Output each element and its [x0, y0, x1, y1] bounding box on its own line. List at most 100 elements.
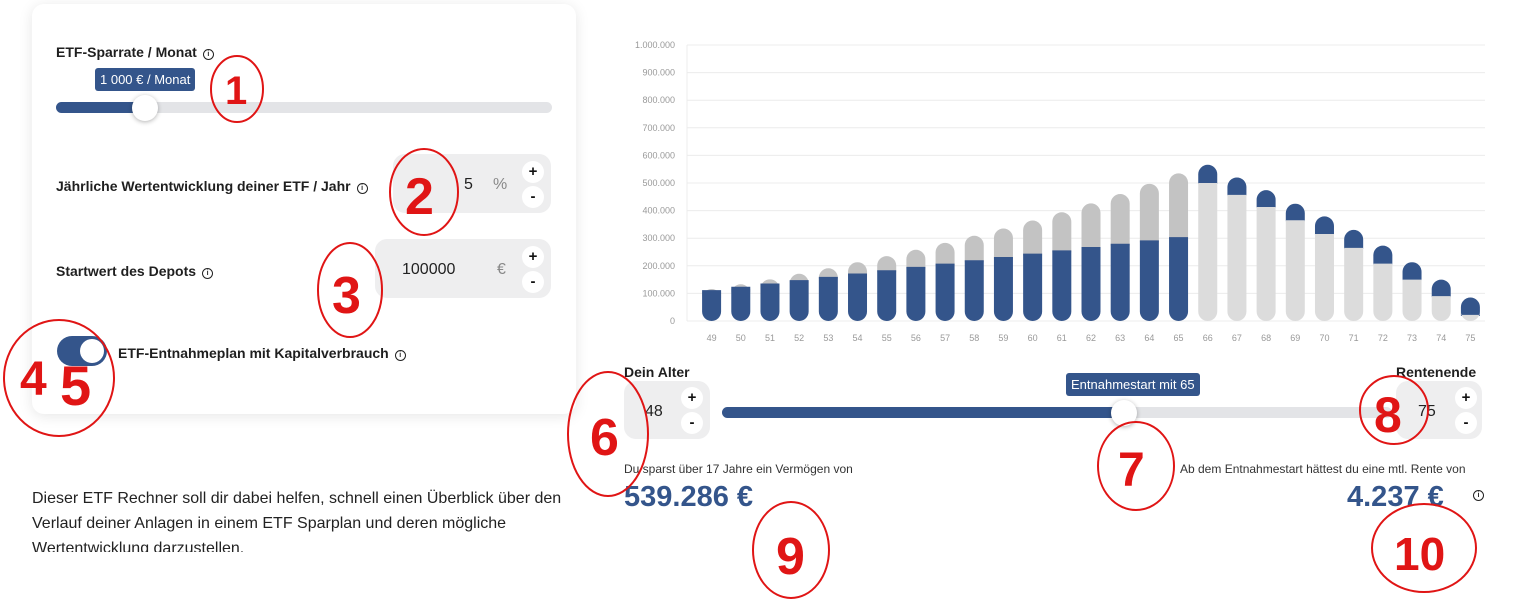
- retirement-end-minus-button[interactable]: -: [1455, 412, 1477, 434]
- start-value-unit: €: [497, 261, 506, 278]
- bar-withdrawal: [1227, 177, 1247, 196]
- bar-withdrawal: [1285, 203, 1305, 222]
- x-tick-label: 50: [736, 333, 746, 343]
- bar-remaining: [1373, 263, 1393, 321]
- bar-invested: [877, 270, 897, 321]
- bar-invested: [1081, 247, 1101, 321]
- annotation-label-7: 7: [1118, 444, 1145, 497]
- start-value-label: Startwert des Depots i: [56, 263, 214, 279]
- x-tick-label: 72: [1378, 333, 1388, 343]
- info-icon[interactable]: i: [202, 49, 214, 60]
- bar-invested: [1169, 237, 1189, 321]
- bar-invested: [818, 276, 838, 321]
- bar-withdrawal: [1256, 190, 1276, 209]
- age-input[interactable]: 48: [645, 403, 663, 421]
- x-tick-label: 65: [1174, 333, 1184, 343]
- bar-invested: [906, 266, 926, 321]
- savings-rate-label: ETF-Sparrate / Monat i: [56, 44, 214, 60]
- bar-withdrawal: [1402, 262, 1422, 281]
- bar-withdrawal: [1198, 164, 1218, 184]
- bar-withdrawal: [1431, 279, 1451, 298]
- bar-invested: [789, 280, 809, 321]
- withdrawal-toggle-label: ETF-Entnahmeplan mit Kapitalverbrauch i: [118, 345, 406, 361]
- bar-invested: [964, 260, 984, 321]
- bar-saved-growth: [1052, 212, 1072, 253]
- x-tick-label: 66: [1203, 333, 1213, 343]
- retirement-end-input[interactable]: 75: [1418, 403, 1436, 421]
- info-icon[interactable]: i: [202, 268, 214, 279]
- y-tick-label: 100.000: [642, 288, 675, 298]
- withdrawal-toggle[interactable]: [57, 336, 107, 366]
- info-icon[interactable]: i: [356, 183, 368, 194]
- x-tick-label: 63: [1115, 333, 1125, 343]
- annotation-label-10: 10: [1394, 528, 1445, 580]
- withdrawal-start-slider-thumb[interactable]: [1111, 400, 1137, 426]
- bar-remaining: [1402, 279, 1422, 321]
- x-tick-label: 67: [1232, 333, 1242, 343]
- bar-invested: [935, 263, 955, 321]
- y-tick-label: 0: [670, 316, 675, 326]
- bar-saved-growth: [935, 242, 955, 266]
- growth-input[interactable]: 5: [464, 176, 473, 194]
- retirement-end-plus-button[interactable]: +: [1455, 387, 1477, 409]
- bar-invested: [1052, 250, 1072, 321]
- retirement-end-label: Rentenende: [1396, 364, 1477, 380]
- start-value-input[interactable]: 100000: [402, 261, 455, 279]
- wealth-chart: 0 100.000 200.000 300.000 400.000 500.000 600.…: [635, 40, 1485, 343]
- growth-label: Jährliche Wertentwicklung deiner ETF / J…: [56, 178, 368, 194]
- bar-invested: [731, 286, 751, 321]
- y-tick-label: 500.000: [642, 178, 675, 188]
- bar-remaining: [1314, 234, 1334, 321]
- x-tick-label: 70: [1319, 333, 1329, 343]
- x-tick-label: 56: [911, 333, 921, 343]
- y-tick-label: 300.000: [642, 233, 675, 243]
- x-tick-label: 61: [1057, 333, 1067, 343]
- age-plus-button[interactable]: +: [681, 387, 703, 409]
- x-tick-label: 69: [1290, 333, 1300, 343]
- toggle-knob: [80, 339, 104, 363]
- x-tick-label: 73: [1407, 333, 1417, 343]
- bar-invested: [702, 290, 722, 321]
- y-tick-label: 800.000: [642, 95, 675, 105]
- y-tick-label: 900.000: [642, 68, 675, 78]
- bar-invested: [760, 283, 780, 321]
- x-tick-label: 74: [1436, 333, 1446, 343]
- annotation-circle-9: [752, 501, 830, 599]
- growth-minus-button[interactable]: -: [522, 186, 544, 208]
- start-value-plus-button[interactable]: +: [522, 246, 544, 268]
- x-tick-label: 55: [882, 333, 892, 343]
- savings-summary-text: Du sparst über 17 Jahre ein Vermögen von: [624, 462, 853, 476]
- start-value-minus-button[interactable]: -: [522, 271, 544, 293]
- y-tick-label: 400.000: [642, 206, 675, 216]
- y-tick-label: 700.000: [642, 123, 675, 133]
- pension-summary-text: Ab dem Entnahmestart hättest du eine mtl…: [1180, 462, 1466, 476]
- info-icon[interactable]: i: [394, 350, 406, 361]
- bar-remaining: [1344, 247, 1364, 321]
- bar-saved-growth: [1169, 173, 1189, 240]
- bar-remaining: [1285, 220, 1305, 321]
- withdrawal-start-tooltip: Entnahmestart mit 65: [1066, 373, 1200, 396]
- bar-saved-growth: [1139, 183, 1159, 243]
- bar-remaining: [1227, 194, 1247, 321]
- bar-invested: [848, 273, 868, 321]
- x-tick-label: 60: [1028, 333, 1038, 343]
- savings-rate-tooltip: 1 000 € / Monat: [95, 68, 196, 91]
- bar-invested: [1023, 253, 1043, 321]
- withdrawal-start-slider-fill: [722, 407, 1124, 418]
- bar-remaining: [1431, 296, 1451, 321]
- pension-info: i: [1467, 485, 1484, 503]
- bar-saved-growth: [1081, 203, 1101, 250]
- bar-invested: [993, 256, 1013, 321]
- annotation-circle-7: [1097, 421, 1175, 511]
- bar-withdrawal: [1344, 229, 1364, 249]
- savings-total-value: 539.286 €: [624, 481, 754, 513]
- y-tick-label: 600.000: [642, 150, 675, 160]
- x-tick-label: 51: [765, 333, 775, 343]
- description-text: Dieser ETF Rechner soll dir dabei helfen…: [32, 490, 562, 552]
- growth-plus-button[interactable]: +: [522, 161, 544, 183]
- x-tick-label: 68: [1261, 333, 1271, 343]
- pension-value: 4.237 €: [1347, 481, 1444, 513]
- age-minus-button[interactable]: -: [681, 412, 703, 434]
- info-icon[interactable]: i: [1473, 490, 1484, 501]
- bar-remaining: [1256, 207, 1276, 321]
